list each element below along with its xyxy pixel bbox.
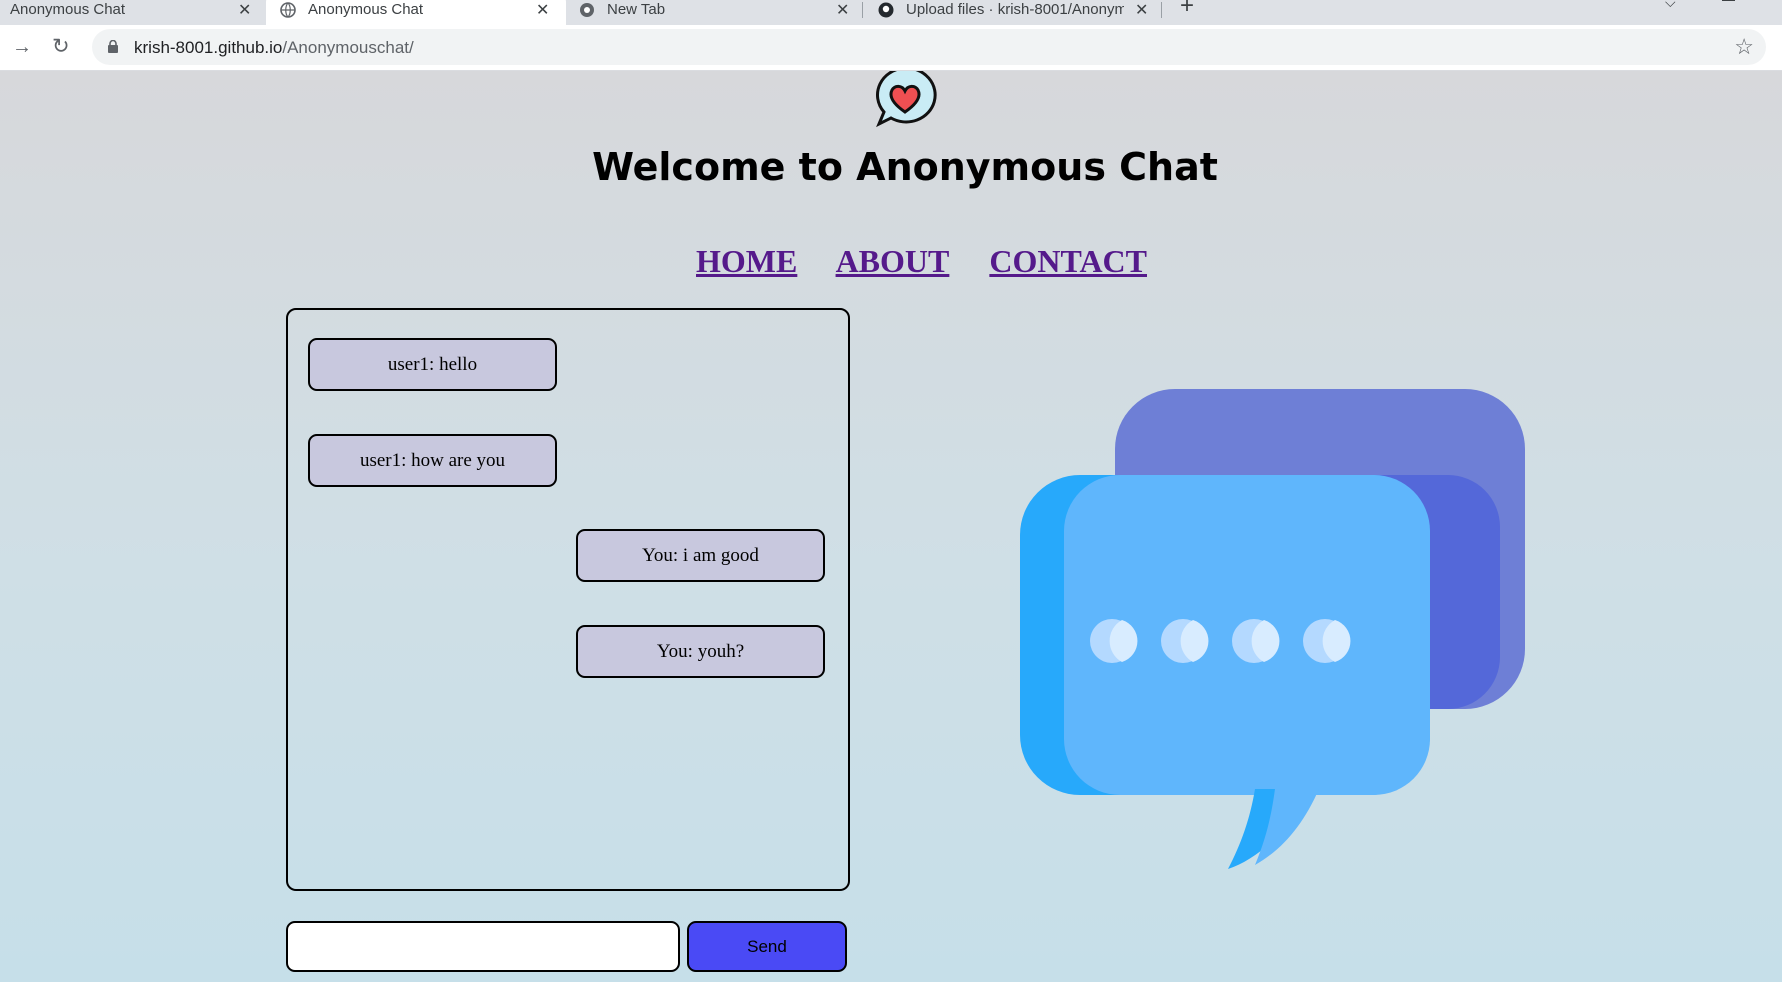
chat-bubbles-icon	[1020, 389, 1525, 869]
globe-icon	[280, 1, 296, 18]
nav-link-home[interactable]: HOME	[696, 243, 797, 279]
url-text[interactable]: krish-8001.github.io/Anonymouschat/	[134, 38, 414, 58]
url-path: /Anonymouschat/	[282, 38, 414, 57]
page-content: Welcome to Anonymous Chat HOME ABOUT CON…	[0, 71, 1782, 982]
chat-heart-icon	[876, 71, 937, 128]
tab-anonymous-chat-2[interactable]: Anonymous Chat ✕	[266, 0, 566, 25]
close-icon[interactable]: ✕	[238, 0, 251, 20]
tab-title: New Tab	[607, 1, 666, 18]
chrome-icon	[580, 2, 594, 17]
tab-separator	[862, 2, 863, 18]
browser-toolbar: → ↻ krish-8001.github.io/Anonymouschat/ …	[0, 25, 1782, 71]
tab-title: Upload files · krish-8001/Anonym	[906, 1, 1124, 18]
lock-icon[interactable]	[108, 40, 118, 53]
nav-link-contact[interactable]: CONTACT	[989, 243, 1147, 279]
chat-messages-box[interactable]: user1: hello user1: how are you You: i a…	[286, 308, 850, 891]
tab-upload-files[interactable]: Upload files · krish-8001/Anonym ✕	[878, 0, 1158, 25]
plus-icon[interactable]: +	[1180, 0, 1194, 20]
minimize-icon[interactable]	[1722, 0, 1735, 1]
close-icon[interactable]: ✕	[1135, 0, 1148, 20]
tab-strip: Anonymous Chat ✕ Anonymous Chat ✕ New Ta…	[0, 0, 1782, 25]
close-icon[interactable]: ✕	[536, 0, 549, 20]
message-incoming: user1: how are you	[308, 434, 557, 487]
tab-anonymous-chat-1[interactable]: Anonymous Chat ✕	[10, 0, 260, 25]
message-outgoing: You: youh?	[576, 625, 825, 678]
tab-separator	[1161, 2, 1162, 18]
tab-title: Anonymous Chat	[308, 1, 424, 18]
message-input[interactable]	[286, 921, 680, 972]
page-title: Welcome to Anonymous Chat	[592, 145, 1218, 189]
send-button[interactable]: Send	[687, 921, 847, 972]
nav-link-about[interactable]: ABOUT	[836, 243, 950, 279]
tab-title: Anonymous Chat	[10, 1, 126, 18]
close-icon[interactable]: ✕	[836, 0, 849, 20]
url-host: krish-8001.github.io	[134, 38, 283, 57]
address-bar[interactable]: krish-8001.github.io/Anonymouschat/ ☆	[92, 29, 1766, 65]
message-outgoing: You: i am good	[576, 529, 825, 582]
tab-new-tab[interactable]: New Tab ✕	[579, 0, 859, 25]
github-icon	[878, 2, 894, 17]
reload-icon[interactable]: ↻	[52, 34, 70, 59]
arrow-right-icon[interactable]: →	[12, 36, 32, 59]
message-incoming: user1: hello	[308, 338, 557, 391]
star-icon[interactable]: ☆	[1734, 34, 1754, 60]
chevron-down-icon[interactable]: ⌵	[1665, 0, 1676, 11]
main-nav: HOME ABOUT CONTACT	[696, 243, 1179, 280]
